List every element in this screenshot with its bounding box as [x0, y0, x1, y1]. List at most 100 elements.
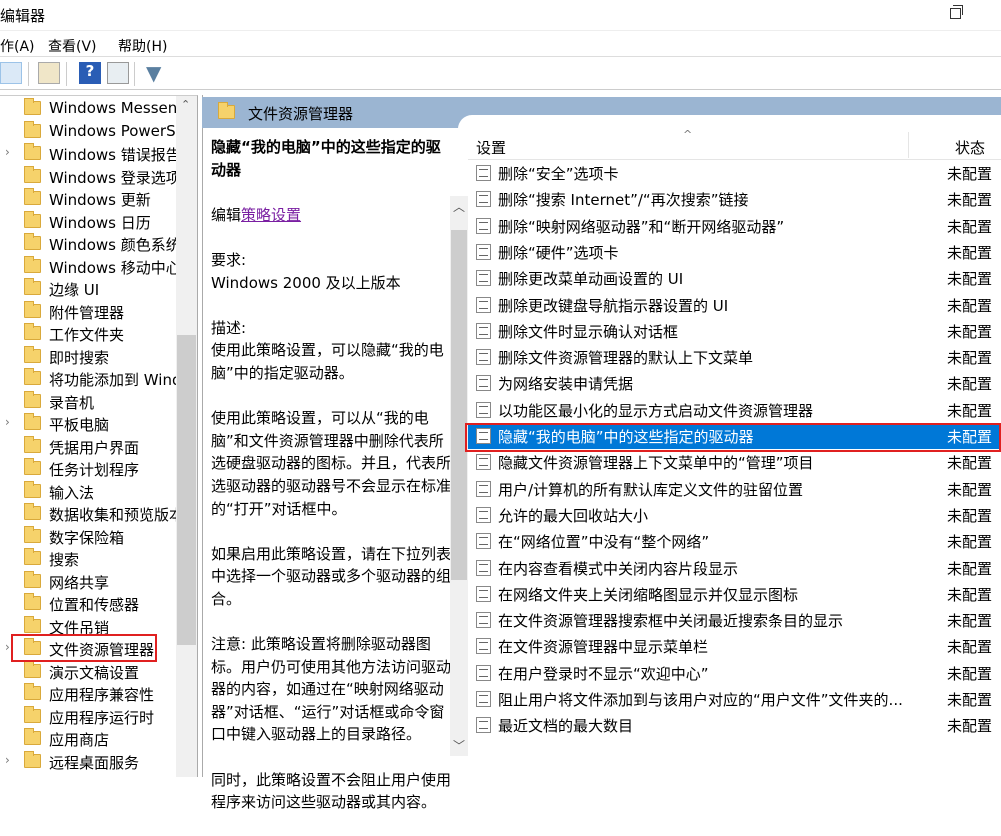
chevron-right-icon[interactable]: › [5, 415, 10, 429]
tree-item[interactable]: › Windows 错误报告 [0, 143, 176, 165]
scroll-down-icon[interactable]: ﹀ [453, 737, 465, 754]
setting-row[interactable]: 最近文档的最大数目 未配置 [468, 712, 1001, 738]
folder-icon [24, 210, 41, 228]
tree-item[interactable]: 边缘 UI [0, 278, 176, 300]
description-text: 使用此策略设置，可以隐藏“我的电脑”中的指定驱动器。 [211, 341, 444, 382]
tree-item[interactable]: 凭据用户界面 [0, 435, 176, 458]
setting-name: 删除“安全”选项卡 [498, 165, 619, 183]
setting-row[interactable]: 为网络安装申请凭据 未配置 [468, 370, 1001, 396]
tree-item[interactable]: 数据收集和预览版本 [0, 503, 176, 525]
tree-item[interactable]: 输入法 [0, 480, 176, 503]
tree-item[interactable]: 应用商店 [0, 728, 176, 750]
menu-action[interactable]: 作(A) [0, 36, 35, 56]
description-scroll-thumb[interactable] [451, 230, 467, 580]
setting-row[interactable]: 在内容查看模式中关闭内容片段显示 未配置 [468, 555, 1001, 581]
tree-item[interactable]: 网络共享 [0, 570, 176, 593]
tree-item[interactable]: 将功能添加到 Windows [0, 368, 176, 390]
setting-row[interactable]: 在网络文件夹上关闭缩略图显示并仅显示图标 未配置 [468, 581, 1001, 607]
folder-icon [24, 435, 41, 453]
tree-item[interactable]: 即时搜索 [0, 345, 176, 368]
menu-view[interactable]: 查看(V) [48, 36, 97, 56]
setting-name: 删除“搜索 Internet”/“再次搜索”链接 [498, 191, 749, 210]
tree-item-label: 远程桌面服务 [49, 753, 140, 772]
setting-row[interactable]: 在文件资源管理器搜索框中关闭最近搜索条目的显示 未配置 [468, 607, 1001, 633]
tree-item[interactable]: 演示文稿设置 [0, 660, 176, 683]
policy-setting-icon [476, 296, 491, 313]
chevron-right-icon[interactable]: › [5, 145, 10, 159]
folder-icon [24, 458, 41, 475]
setting-row[interactable]: 删除文件资源管理器的默认上下文菜单 未配置 [468, 344, 1001, 370]
tree-item-label: Windows 日历 [49, 213, 151, 232]
tree-item[interactable]: › 远程桌面服务 [0, 750, 176, 773]
tree-item-label: Windows 登录选项 [49, 168, 176, 187]
scroll-up-icon[interactable]: ︿ [453, 198, 465, 215]
tree-item[interactable]: 数字保险箱 [0, 525, 176, 548]
tree-item[interactable]: 工作文件夹 [0, 323, 176, 345]
tree-item[interactable]: Windows PowerShell [0, 120, 176, 143]
tree-item-label: 附件管理器 [49, 303, 125, 322]
tree-item-label: Windows 移动中心 [49, 258, 176, 277]
edit-policy-link[interactable]: 策略设置 [241, 206, 301, 224]
tree-item[interactable]: Windows Messenger [0, 98, 176, 120]
chevron-right-icon[interactable]: › [5, 640, 10, 654]
tree-item-label: 边缘 UI [49, 281, 100, 299]
tree-item[interactable]: Windows 颜色系统 [0, 233, 176, 255]
tree-item[interactable]: 应用程序运行时 [0, 705, 176, 728]
tree-item[interactable]: Windows 日历 [0, 210, 176, 233]
setting-row[interactable]: 隐藏文件资源管理器上下文菜单中的“管理”项目 未配置 [468, 449, 1001, 475]
show-action-pane-icon[interactable] [107, 62, 129, 84]
policy-setting-icon [476, 717, 491, 734]
folder-icon [24, 120, 41, 138]
help-icon[interactable]: ? [79, 62, 101, 84]
pane-title: 文件资源管理器 [248, 105, 354, 123]
menu-bar: 作(A) 查看(V) 帮助(H) [0, 30, 1001, 57]
policy-setting-icon [476, 533, 491, 550]
folder-icon [24, 278, 41, 295]
tree-item[interactable]: 录音机 [0, 390, 176, 413]
tree-item[interactable]: 任务计划程序 [0, 458, 176, 480]
tree-item[interactable]: 附件管理器 [0, 300, 176, 323]
setting-row[interactable]: 删除文件时显示确认对话框 未配置 [468, 318, 1001, 344]
column-setting[interactable]: 设置 [476, 137, 506, 158]
tree-item[interactable]: Windows 更新 [0, 188, 176, 210]
menu-help[interactable]: 帮助(H) [118, 36, 167, 56]
policy-setting-icon [476, 322, 491, 339]
tree-item-label: 输入法 [49, 483, 95, 502]
tree-item[interactable]: 位置和传感器 [0, 593, 176, 615]
setting-row[interactable]: 在文件资源管理器中显示菜单栏 未配置 [468, 633, 1001, 659]
restore-icon[interactable] [950, 5, 963, 19]
chevron-right-icon[interactable]: › [5, 753, 10, 767]
setting-row[interactable]: 允许的最大回收站大小 未配置 [468, 502, 1001, 528]
export-list-icon[interactable] [38, 62, 60, 84]
tree-item[interactable]: Windows 登录选项 [0, 165, 176, 188]
policy-setting-icon [476, 664, 491, 681]
setting-row[interactable]: 在用户登录时不显示“欢迎中心” 未配置 [468, 660, 1001, 686]
setting-row[interactable]: 删除更改菜单动画设置的 UI 未配置 [468, 265, 1001, 291]
setting-state: 未配置 [947, 375, 993, 394]
scroll-up-icon[interactable]: ⌃ [181, 98, 190, 111]
tree-item[interactable]: 搜索 [0, 548, 176, 570]
setting-name: 阻止用户将文件添加到与该用户对应的“用户文件”文件夹的... [498, 691, 903, 709]
setting-row[interactable]: 删除“映射网络驱动器”和“断开网络驱动器” 未配置 [468, 213, 1001, 239]
setting-row[interactable]: 删除更改键盘导航指示器设置的 UI 未配置 [468, 292, 1001, 318]
setting-row[interactable]: 删除“搜索 Internet”/“再次搜索”链接 未配置 [468, 186, 1001, 212]
policy-setting-icon [476, 585, 491, 602]
setting-row[interactable]: 用户/计算机的所有默认库定义文件的驻留位置 未配置 [468, 476, 1001, 502]
tree-item[interactable]: 应用程序兼容性 [0, 683, 176, 705]
tree-item[interactable]: Windows 移动中心 [0, 255, 176, 278]
tree-item-label: Windows Messenger [49, 99, 176, 117]
setting-row[interactable]: 在“网络位置”中没有“整个网络” 未配置 [468, 528, 1001, 554]
setting-state: 未配置 [947, 191, 993, 210]
column-state[interactable]: 状态 [955, 137, 985, 158]
show-hide-tree-icon[interactable] [0, 62, 22, 84]
setting-row[interactable]: 删除“硬件”选项卡 未配置 [468, 239, 1001, 265]
tree-item[interactable]: › 平板电脑 [0, 413, 176, 435]
setting-state: 未配置 [947, 612, 993, 631]
setting-name: 删除“映射网络驱动器”和“断开网络驱动器” [498, 217, 785, 236]
setting-row[interactable]: 阻止用户将文件添加到与该用户对应的“用户文件”文件夹的... 未配置 [468, 686, 1001, 712]
setting-state: 未配置 [947, 480, 993, 499]
tree-scroll-thumb[interactable] [177, 335, 196, 645]
filter-icon[interactable]: ▼ [146, 62, 168, 84]
setting-row[interactable]: 删除“安全”选项卡 未配置 [468, 160, 1001, 186]
setting-row[interactable]: 以功能区最小化的显示方式启动文件资源管理器 未配置 [468, 397, 1001, 423]
